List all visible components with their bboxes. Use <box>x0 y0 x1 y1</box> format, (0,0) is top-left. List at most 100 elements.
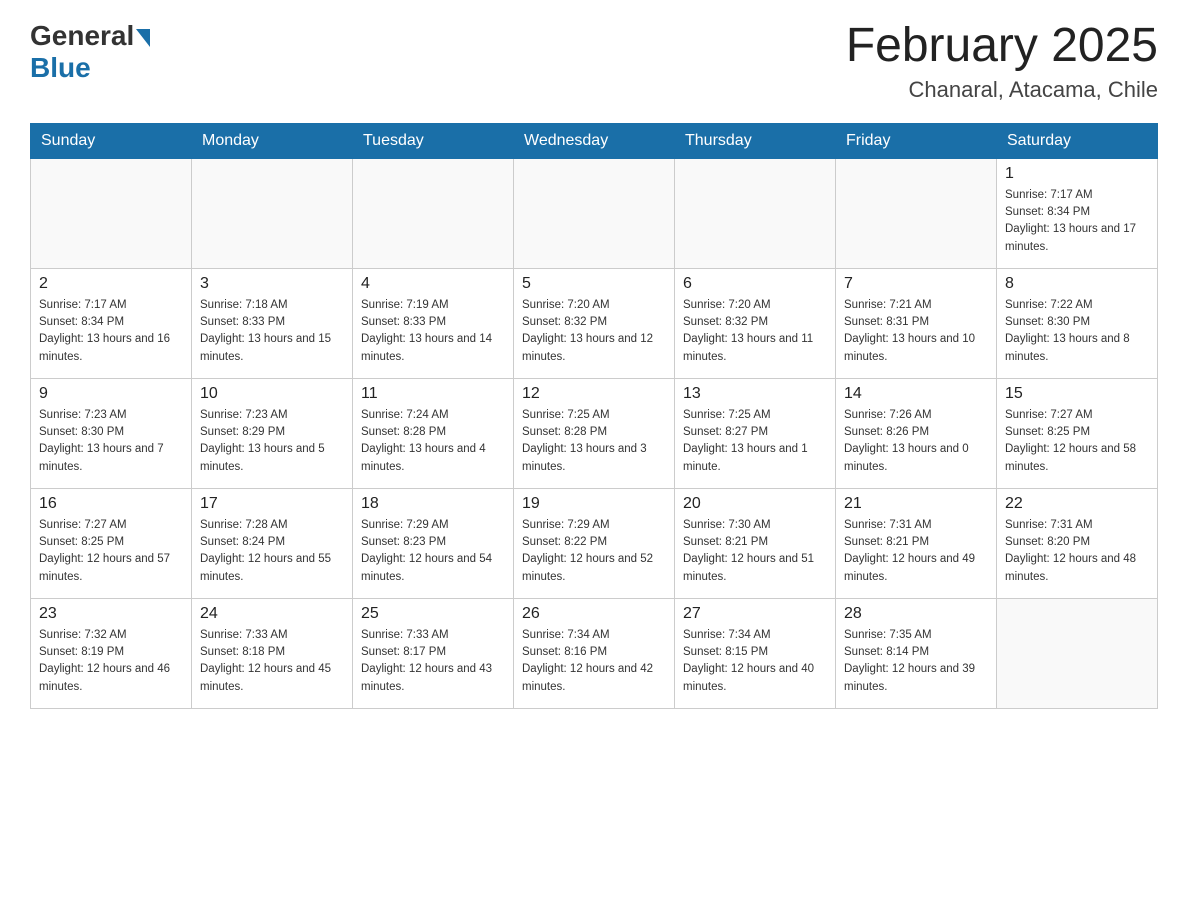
calendar-cell: 14 Sunrise: 7:26 AMSunset: 8:26 PMDayligh… <box>836 378 997 488</box>
day-of-week-header: Tuesday <box>353 123 514 158</box>
day-info: Sunrise: 7:27 AMSunset: 8:25 PMDaylight:… <box>1005 407 1149 476</box>
day-info: Sunrise: 7:21 AMSunset: 8:31 PMDaylight:… <box>844 297 988 366</box>
day-number: 7 <box>844 275 988 293</box>
page-header: General Blue February 2025 Chanaral, Ata… <box>30 20 1158 103</box>
day-info: Sunrise: 7:23 AMSunset: 8:30 PMDaylight:… <box>39 407 183 476</box>
calendar-cell: 4 Sunrise: 7:19 AMSunset: 8:33 PMDaylight… <box>353 268 514 378</box>
day-number: 19 <box>522 495 666 513</box>
calendar-cell: 20 Sunrise: 7:30 AMSunset: 8:21 PMDayligh… <box>675 488 836 598</box>
day-info: Sunrise: 7:33 AMSunset: 8:18 PMDaylight:… <box>200 627 344 696</box>
day-info: Sunrise: 7:29 AMSunset: 8:22 PMDaylight:… <box>522 517 666 586</box>
day-number: 12 <box>522 385 666 403</box>
calendar-cell <box>675 158 836 268</box>
calendar-cell: 27 Sunrise: 7:34 AMSunset: 8:15 PMDayligh… <box>675 598 836 708</box>
day-info: Sunrise: 7:34 AMSunset: 8:16 PMDaylight:… <box>522 627 666 696</box>
day-number: 10 <box>200 385 344 403</box>
day-number: 26 <box>522 605 666 623</box>
calendar-cell: 1 Sunrise: 7:17 AMSunset: 8:34 PMDaylight… <box>997 158 1158 268</box>
calendar-subtitle: Chanaral, Atacama, Chile <box>846 77 1158 103</box>
day-info: Sunrise: 7:20 AMSunset: 8:32 PMDaylight:… <box>683 297 827 366</box>
day-info: Sunrise: 7:28 AMSunset: 8:24 PMDaylight:… <box>200 517 344 586</box>
day-number: 24 <box>200 605 344 623</box>
day-number: 23 <box>39 605 183 623</box>
calendar-cell: 18 Sunrise: 7:29 AMSunset: 8:23 PMDayligh… <box>353 488 514 598</box>
calendar-cell: 19 Sunrise: 7:29 AMSunset: 8:22 PMDayligh… <box>514 488 675 598</box>
day-of-week-header: Wednesday <box>514 123 675 158</box>
day-number: 14 <box>844 385 988 403</box>
calendar-week-row: 9 Sunrise: 7:23 AMSunset: 8:30 PMDaylight… <box>31 378 1158 488</box>
calendar-cell: 23Sunrise: 7:32 AMSunset: 8:19 PMDayligh… <box>31 598 192 708</box>
calendar-cell: 16Sunrise: 7:27 AMSunset: 8:25 PMDayligh… <box>31 488 192 598</box>
calendar-cell: 8 Sunrise: 7:22 AMSunset: 8:30 PMDaylight… <box>997 268 1158 378</box>
day-info: Sunrise: 7:35 AMSunset: 8:14 PMDaylight:… <box>844 627 988 696</box>
calendar-header-row: SundayMondayTuesdayWednesdayThursdayFrid… <box>31 123 1158 158</box>
day-of-week-header: Thursday <box>675 123 836 158</box>
calendar-cell: 11Sunrise: 7:24 AMSunset: 8:28 PMDayligh… <box>353 378 514 488</box>
day-info: Sunrise: 7:25 AMSunset: 8:27 PMDaylight:… <box>683 407 827 476</box>
calendar-cell: 9 Sunrise: 7:23 AMSunset: 8:30 PMDaylight… <box>31 378 192 488</box>
calendar-cell: 15 Sunrise: 7:27 AMSunset: 8:25 PMDayligh… <box>997 378 1158 488</box>
day-info: Sunrise: 7:20 AMSunset: 8:32 PMDaylight:… <box>522 297 666 366</box>
day-number: 11 <box>361 385 505 403</box>
calendar-cell: 21Sunrise: 7:31 AMSunset: 8:21 PMDayligh… <box>836 488 997 598</box>
day-info: Sunrise: 7:34 AMSunset: 8:15 PMDaylight:… <box>683 627 827 696</box>
calendar-cell: 17Sunrise: 7:28 AMSunset: 8:24 PMDayligh… <box>192 488 353 598</box>
day-info: Sunrise: 7:31 AMSunset: 8:21 PMDaylight:… <box>844 517 988 586</box>
day-info: Sunrise: 7:31 AMSunset: 8:20 PMDaylight:… <box>1005 517 1149 586</box>
day-info: Sunrise: 7:17 AMSunset: 8:34 PMDaylight:… <box>39 297 183 366</box>
calendar-cell: 28 Sunrise: 7:35 AMSunset: 8:14 PMDayligh… <box>836 598 997 708</box>
day-number: 20 <box>683 495 827 513</box>
day-info: Sunrise: 7:18 AMSunset: 8:33 PMDaylight:… <box>200 297 344 366</box>
logo-general: General <box>30 20 134 52</box>
calendar-cell <box>192 158 353 268</box>
day-info: Sunrise: 7:29 AMSunset: 8:23 PMDaylight:… <box>361 517 505 586</box>
calendar-cell: 7 Sunrise: 7:21 AMSunset: 8:31 PMDaylight… <box>836 268 997 378</box>
day-info: Sunrise: 7:22 AMSunset: 8:30 PMDaylight:… <box>1005 297 1149 366</box>
day-number: 2 <box>39 275 183 293</box>
day-of-week-header: Sunday <box>31 123 192 158</box>
calendar-cell: 5 Sunrise: 7:20 AMSunset: 8:32 PMDaylight… <box>514 268 675 378</box>
logo-blue: Blue <box>30 52 91 84</box>
day-info: Sunrise: 7:19 AMSunset: 8:33 PMDaylight:… <box>361 297 505 366</box>
calendar-week-row: 1 Sunrise: 7:17 AMSunset: 8:34 PMDaylight… <box>31 158 1158 268</box>
calendar-week-row: 16Sunrise: 7:27 AMSunset: 8:25 PMDayligh… <box>31 488 1158 598</box>
day-info: Sunrise: 7:26 AMSunset: 8:26 PMDaylight:… <box>844 407 988 476</box>
calendar-week-row: 23Sunrise: 7:32 AMSunset: 8:19 PMDayligh… <box>31 598 1158 708</box>
day-number: 5 <box>522 275 666 293</box>
calendar-cell: 22 Sunrise: 7:31 AMSunset: 8:20 PMDayligh… <box>997 488 1158 598</box>
day-info: Sunrise: 7:30 AMSunset: 8:21 PMDaylight:… <box>683 517 827 586</box>
calendar-week-row: 2 Sunrise: 7:17 AMSunset: 8:34 PMDaylight… <box>31 268 1158 378</box>
calendar-cell: 6 Sunrise: 7:20 AMSunset: 8:32 PMDaylight… <box>675 268 836 378</box>
day-info: Sunrise: 7:23 AMSunset: 8:29 PMDaylight:… <box>200 407 344 476</box>
day-number: 15 <box>1005 385 1149 403</box>
calendar-cell: 3 Sunrise: 7:18 AMSunset: 8:33 PMDaylight… <box>192 268 353 378</box>
calendar-cell: 25 Sunrise: 7:33 AMSunset: 8:17 PMDayligh… <box>353 598 514 708</box>
day-number: 1 <box>1005 165 1149 183</box>
day-number: 6 <box>683 275 827 293</box>
calendar-cell: 10 Sunrise: 7:23 AMSunset: 8:29 PMDayligh… <box>192 378 353 488</box>
calendar-cell <box>514 158 675 268</box>
day-info: Sunrise: 7:17 AMSunset: 8:34 PMDaylight:… <box>1005 187 1149 256</box>
calendar-cell <box>836 158 997 268</box>
day-number: 28 <box>844 605 988 623</box>
day-number: 8 <box>1005 275 1149 293</box>
day-number: 27 <box>683 605 827 623</box>
day-of-week-header: Friday <box>836 123 997 158</box>
calendar-cell <box>353 158 514 268</box>
day-number: 4 <box>361 275 505 293</box>
day-number: 13 <box>683 385 827 403</box>
day-number: 25 <box>361 605 505 623</box>
day-number: 9 <box>39 385 183 403</box>
day-of-week-header: Saturday <box>997 123 1158 158</box>
day-info: Sunrise: 7:33 AMSunset: 8:17 PMDaylight:… <box>361 627 505 696</box>
calendar-cell: 13 Sunrise: 7:25 AMSunset: 8:27 PMDayligh… <box>675 378 836 488</box>
day-info: Sunrise: 7:27 AMSunset: 8:25 PMDaylight:… <box>39 517 183 586</box>
day-number: 3 <box>200 275 344 293</box>
day-info: Sunrise: 7:25 AMSunset: 8:28 PMDaylight:… <box>522 407 666 476</box>
calendar-cell: 24 Sunrise: 7:33 AMSunset: 8:18 PMDayligh… <box>192 598 353 708</box>
logo: General Blue <box>30 20 150 84</box>
day-number: 18 <box>361 495 505 513</box>
calendar-cell: 2 Sunrise: 7:17 AMSunset: 8:34 PMDaylight… <box>31 268 192 378</box>
logo-arrow-icon <box>136 29 150 47</box>
day-number: 22 <box>1005 495 1149 513</box>
